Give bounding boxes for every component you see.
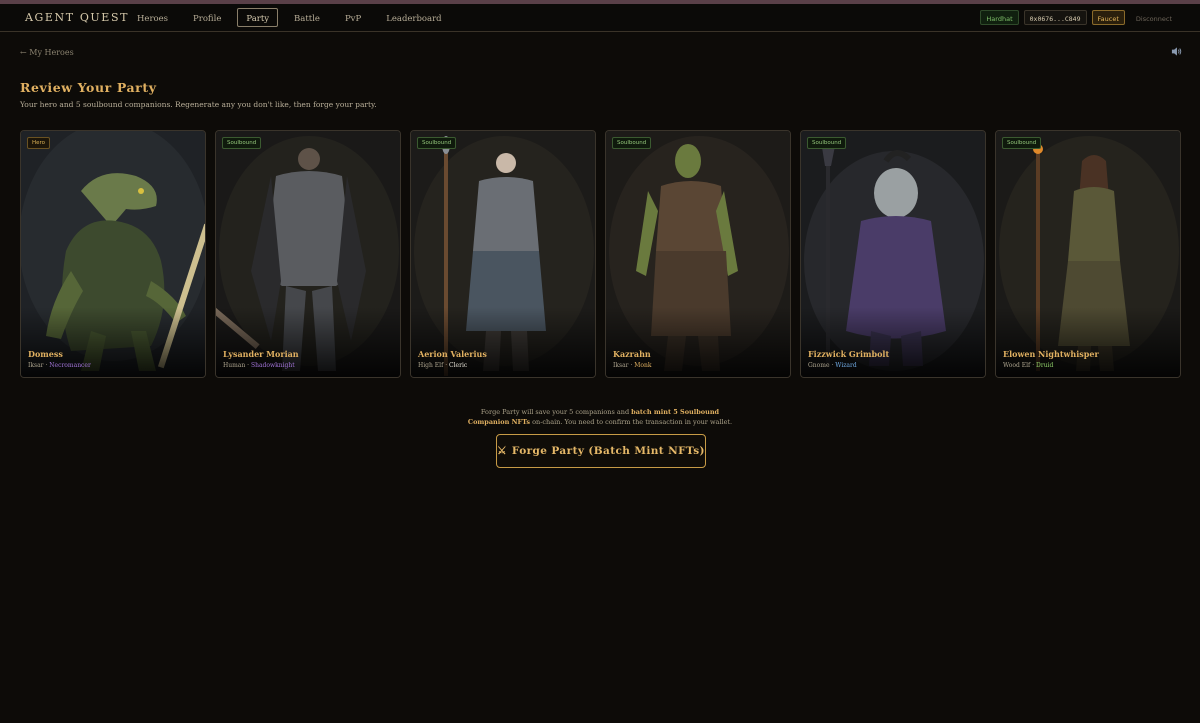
character-race: Iksar: [613, 362, 629, 369]
character-class: Necromancer: [49, 362, 91, 369]
character-meta: Iksar · Necromancer: [28, 362, 91, 369]
wallet-tools: Hardhat 0x0676...C849 Faucet Disconnect: [980, 10, 1178, 25]
party-card[interactable]: Soulbound Kazrahn Iksar · Monk: [605, 130, 791, 378]
soulbound-badge: Soulbound: [417, 137, 457, 149]
main-nav: Heroes Profile Party Battle PvP Leaderbo…: [128, 8, 458, 27]
character-race: Wood Elf: [1003, 362, 1031, 369]
faucet-button[interactable]: Faucet: [1091, 10, 1125, 25]
brand-logo[interactable]: AGENT QUEST: [25, 11, 129, 24]
character-meta: High Elf · Cleric: [418, 362, 467, 369]
party-card[interactable]: Hero Domess Iksar · Necromancer: [20, 130, 206, 378]
nav-profile[interactable]: Profile: [184, 8, 230, 27]
back-to-heroes-link[interactable]: ← My Heroes: [20, 48, 74, 57]
character-name: Elowen Nightwhisper: [1003, 349, 1099, 359]
character-meta: Iksar · Monk: [613, 362, 652, 369]
hero-badge: Hero: [27, 137, 51, 149]
character-meta: Human · Shadowknight: [223, 362, 295, 369]
disconnect-button[interactable]: Disconnect: [1130, 10, 1178, 25]
character-name: Lysander Morian: [223, 349, 299, 359]
character-name: Aerion Valerius: [418, 349, 487, 359]
back-arrow-icon: ←: [20, 48, 27, 57]
character-race: Gnome: [808, 362, 830, 369]
forge-note: Forge Party will save your 5 companions …: [460, 407, 740, 427]
nav-party[interactable]: Party: [237, 8, 279, 27]
character-meta: Gnome · Wizard: [808, 362, 857, 369]
soulbound-badge: Soulbound: [807, 137, 847, 149]
character-race: Iksar: [28, 362, 44, 369]
wallet-address[interactable]: 0x0676...C849: [1023, 10, 1087, 25]
swords-icon: ⚔: [497, 445, 507, 457]
character-class: Shadowknight: [250, 362, 295, 369]
back-link-label: My Heroes: [29, 48, 74, 57]
forge-button-label: Forge Party (Batch Mint NFTs): [511, 445, 705, 457]
party-cards: Hero Domess Iksar · Necromancer Soulboun…: [20, 130, 1182, 378]
nav-battle[interactable]: Battle: [285, 8, 329, 27]
character-class: Wizard: [835, 362, 857, 369]
soulbound-badge: Soulbound: [1002, 137, 1042, 149]
character-name: Kazrahn: [613, 349, 651, 359]
party-card[interactable]: Soulbound Fizzwick Grimbolt Gnome · Wiza…: [800, 130, 986, 378]
party-card[interactable]: Soulbound Elowen Nightwhisper Wood Elf ·…: [995, 130, 1181, 378]
forge-note-prefix: Forge Party will save your 5 companions …: [480, 408, 632, 416]
character-class: Monk: [634, 362, 652, 369]
party-card[interactable]: Soulbound Lysander Morian Human · Shadow…: [215, 130, 401, 378]
party-card[interactable]: Soulbound Aerion Valerius High Elf · Cle…: [410, 130, 596, 378]
soulbound-badge: Soulbound: [612, 137, 652, 149]
nav-heroes[interactable]: Heroes: [128, 8, 177, 27]
forge-party-button[interactable]: ⚔ Forge Party (Batch Mint NFTs): [496, 434, 706, 468]
top-navbar: AGENT QUEST Heroes Profile Party Battle …: [0, 4, 1200, 32]
nav-leaderboard[interactable]: Leaderboard: [377, 8, 450, 27]
character-race: Human: [223, 362, 246, 369]
forge-note-suffix: on-chain. You need to confirm the transa…: [530, 418, 733, 426]
character-race: High Elf: [418, 362, 444, 369]
nav-pvp[interactable]: PvP: [336, 8, 370, 27]
page-title: Review Your Party: [20, 80, 157, 95]
character-name: Fizzwick Grimbolt: [808, 349, 890, 359]
speaker-icon[interactable]: [1171, 46, 1182, 57]
soulbound-badge: Soulbound: [222, 137, 262, 149]
character-meta: Wood Elf · Druid: [1003, 362, 1053, 369]
page-subtitle: Your hero and 5 soulbound companions. Re…: [20, 100, 377, 109]
character-name: Domess: [28, 349, 63, 359]
character-class: Druid: [1036, 362, 1054, 369]
character-class: Cleric: [449, 362, 468, 369]
network-badge[interactable]: Hardhat: [980, 10, 1019, 25]
